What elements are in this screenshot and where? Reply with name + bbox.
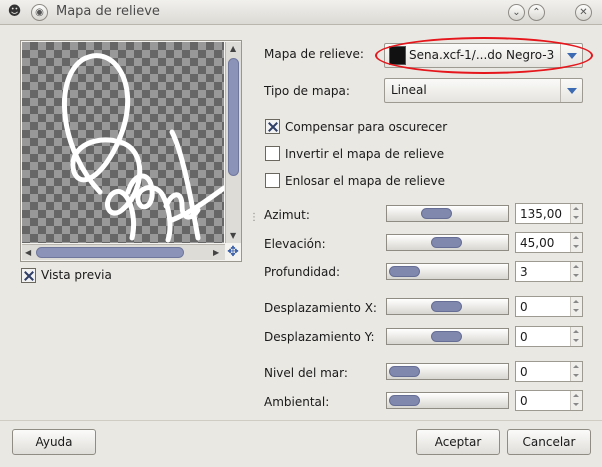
- ambient-slider[interactable]: [386, 392, 509, 409]
- sea-level-value[interactable]: 0: [520, 365, 528, 379]
- preview-area: ▲ ▼ ◀ ▶ ✥: [20, 40, 242, 262]
- spin-arrows-icon[interactable]: [570, 204, 582, 223]
- window-menu-icon[interactable]: ◉: [31, 4, 48, 21]
- shade-up-icon[interactable]: ⌃: [528, 4, 545, 21]
- tile-label: Enlosar el mapa de relieve: [285, 174, 445, 188]
- offset-y-slider[interactable]: [386, 328, 509, 345]
- offset-x-slider-knob[interactable]: [431, 301, 462, 312]
- help-button[interactable]: Ayuda: [12, 429, 96, 455]
- preview-checkbox-label: Vista previa: [41, 268, 112, 282]
- spin-arrows-icon[interactable]: [570, 327, 582, 346]
- gimp-app-icon[interactable]: ☻: [6, 4, 23, 21]
- chevron-down-icon[interactable]: [560, 79, 582, 102]
- bump-map-label: Mapa de relieve:: [264, 47, 364, 61]
- cancel-button[interactable]: Cancelar: [507, 429, 591, 455]
- azimuth-spinbox[interactable]: 135,00: [515, 203, 583, 224]
- title-bar: ☻ ◉ Mapa de relieve ⌄ ⌃ ✕: [0, 0, 602, 25]
- sea-level-slider-knob[interactable]: [389, 366, 420, 377]
- depth-slider[interactable]: [386, 263, 509, 280]
- compensate-checkbox[interactable]: [265, 119, 280, 134]
- spin-arrows-icon[interactable]: [570, 262, 582, 281]
- ambient-value[interactable]: 0: [520, 394, 528, 408]
- elevation-spinbox[interactable]: 45,00: [515, 232, 583, 253]
- spin-arrows-icon[interactable]: [570, 391, 582, 410]
- offset-y-value[interactable]: 0: [520, 330, 528, 344]
- shade-down-icon[interactable]: ⌄: [508, 4, 525, 21]
- azimuth-label: Azimut:: [264, 208, 310, 222]
- offset-x-label: Desplazamiento X:: [264, 301, 377, 315]
- sea-level-label: Nivel del mar:: [264, 366, 348, 380]
- spin-arrows-icon[interactable]: [570, 362, 582, 381]
- invert-label: Invertir el mapa de relieve: [285, 147, 445, 161]
- elevation-slider[interactable]: [386, 234, 509, 251]
- depth-spinbox[interactable]: 3: [515, 261, 583, 282]
- map-type-label: Tipo de mapa:: [264, 84, 350, 98]
- sea-level-spinbox[interactable]: 0: [515, 361, 583, 382]
- spin-arrows-icon[interactable]: [570, 297, 582, 316]
- azimuth-value[interactable]: 135,00: [520, 207, 562, 221]
- depth-value[interactable]: 3: [520, 265, 528, 279]
- footer-separator: [0, 420, 602, 421]
- window-title: Mapa de relieve: [56, 4, 160, 19]
- sea-level-slider[interactable]: [386, 363, 509, 380]
- preview-canvas[interactable]: [22, 42, 224, 243]
- scroll-down-icon[interactable]: ▼: [230, 231, 236, 240]
- compensate-label: Compensar para oscurecer: [285, 120, 448, 134]
- azimuth-slider[interactable]: [386, 205, 509, 222]
- invert-checkbox[interactable]: [265, 146, 280, 161]
- offset-y-slider-knob[interactable]: [431, 331, 462, 342]
- pane-resize-grip[interactable]: ⋮: [249, 212, 259, 223]
- azimuth-slider-knob[interactable]: [421, 208, 452, 219]
- elevation-value[interactable]: 45,00: [520, 236, 554, 250]
- preview-horizontal-scrollbar[interactable]: ◀ ▶: [22, 244, 225, 260]
- depth-slider-knob[interactable]: [389, 266, 420, 277]
- signature-drawing: [61, 53, 224, 243]
- preview-vertical-scrollbar[interactable]: ▲ ▼: [225, 42, 241, 243]
- scroll-right-icon[interactable]: ▶: [213, 248, 219, 257]
- preview-checkbox[interactable]: [21, 268, 36, 283]
- ambient-label: Ambiental:: [264, 395, 330, 409]
- horizontal-scroll-thumb[interactable]: [36, 247, 184, 258]
- offset-y-spinbox[interactable]: 0: [515, 326, 583, 347]
- offset-y-label: Desplazamiento Y:: [264, 330, 375, 344]
- vertical-scroll-thumb[interactable]: [228, 58, 239, 176]
- elevation-label: Elevación:: [264, 237, 326, 251]
- offset-x-slider[interactable]: [386, 298, 509, 315]
- ambient-spinbox[interactable]: 0: [515, 390, 583, 411]
- offset-x-spinbox[interactable]: 0: [515, 296, 583, 317]
- elevation-slider-knob[interactable]: [431, 237, 462, 248]
- scroll-left-icon[interactable]: ◀: [25, 248, 31, 257]
- spin-arrows-icon[interactable]: [570, 233, 582, 252]
- accept-button[interactable]: Aceptar: [416, 429, 500, 455]
- depth-label: Profundidad:: [264, 265, 341, 279]
- close-icon[interactable]: ✕: [575, 4, 592, 21]
- scroll-up-icon[interactable]: ▲: [230, 44, 236, 53]
- offset-x-value[interactable]: 0: [520, 300, 528, 314]
- red-highlight-ellipse: [375, 37, 593, 74]
- navigate-move-icon[interactable]: ✥: [225, 244, 241, 260]
- tile-checkbox[interactable]: [265, 173, 280, 188]
- map-type-combo[interactable]: Lineal: [384, 78, 583, 103]
- map-type-value: Lineal: [391, 83, 427, 97]
- ambient-slider-knob[interactable]: [389, 395, 420, 406]
